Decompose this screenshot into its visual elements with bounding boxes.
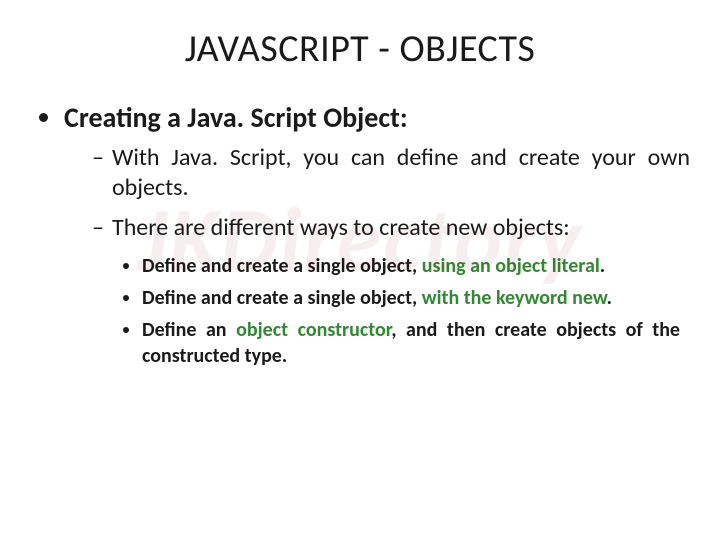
level2-list: With Java. Script, you can define and cr…	[92, 143, 690, 243]
highlight-object-constructor: object constructor	[236, 318, 391, 342]
point-different-ways: There are different ways to create new o…	[92, 213, 690, 243]
highlight-keyword-new: with the keyword new	[422, 286, 607, 310]
level3-list: Define and create a single object, using…	[124, 253, 690, 369]
point-define-create: With Java. Script, you can define and cr…	[92, 143, 690, 203]
way-object-literal: Define and create a single object, using…	[142, 253, 680, 279]
level1-list: Creating a Java. Script Object: With Jav…	[42, 100, 690, 369]
slide-title: JAVASCRIPT - OBJECTS	[30, 26, 690, 72]
way-keyword-new: Define and create a single object, with …	[142, 285, 680, 311]
topic-heading: Creating a Java. Script Object:	[64, 100, 408, 135]
topic-item: Creating a Java. Script Object: With Jav…	[64, 100, 690, 369]
way-object-constructor: Define an object constructor, and then c…	[142, 317, 680, 369]
slide: JKDirectory JAVASCRIPT - OBJECTS Creatin…	[0, 0, 720, 540]
highlight-object-literal: using an object literal	[422, 254, 600, 278]
